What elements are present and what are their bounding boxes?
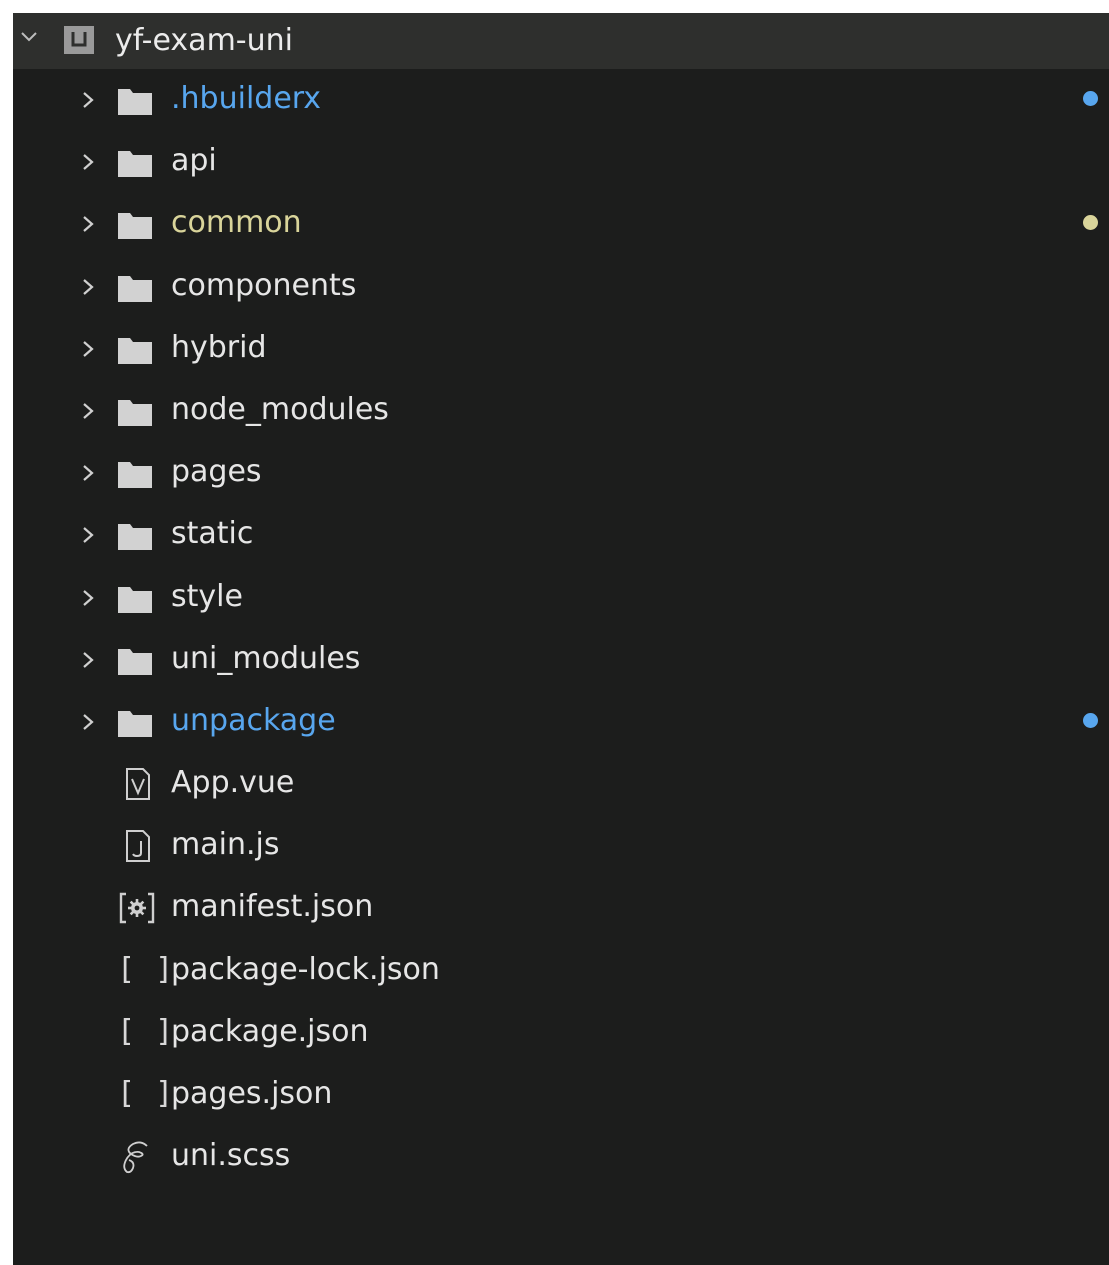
folder-label: uni_modules [171, 640, 361, 676]
folder-row[interactable]: static [13, 504, 1109, 566]
folder-row[interactable]: node_modules [13, 380, 1109, 442]
file-row[interactable]: manifest.json [13, 877, 1109, 939]
chevron-right-icon[interactable] [79, 649, 97, 671]
chevron-right-icon[interactable] [79, 151, 97, 173]
folder-icon [118, 275, 152, 302]
folder-row[interactable]: hybrid [13, 318, 1109, 380]
folder-icon [118, 151, 152, 178]
file-tree: .hbuilderx api common components hybrid node_… [13, 69, 1109, 1188]
chevron-right-icon[interactable] [79, 462, 97, 484]
folder-icon [118, 586, 152, 613]
file-label: manifest.json [171, 889, 374, 925]
vue-file-icon [126, 768, 150, 801]
file-label: uni.scss [171, 1138, 291, 1174]
folder-icon [118, 213, 152, 240]
folder-icon [118, 89, 152, 115]
folder-icon [118, 648, 152, 675]
file-row[interactable]: [ ] package-lock.json [13, 940, 1109, 1002]
file-row[interactable]: App.vue [13, 753, 1109, 815]
folder-icon [118, 710, 152, 737]
folder-row[interactable]: pages [13, 442, 1109, 504]
folder-row[interactable]: style [13, 567, 1109, 629]
folder-label: .hbuilderx [171, 81, 322, 116]
modified-indicator-dot [1083, 91, 1098, 106]
folder-icon [118, 337, 152, 364]
modified-indicator-dot [1083, 215, 1098, 231]
tree-root-row[interactable]: yf-exam-uni [13, 13, 1109, 69]
chevron-right-icon[interactable] [79, 400, 97, 422]
project-icon [64, 26, 94, 54]
file-label: App.vue [171, 765, 295, 801]
folder-row[interactable]: common [13, 193, 1109, 255]
chevron-right-icon[interactable] [79, 89, 97, 111]
file-row[interactable]: [ ] package.json [13, 1002, 1109, 1064]
folder-label: static [171, 516, 254, 552]
file-label: package-lock.json [171, 951, 440, 987]
folder-icon [118, 524, 152, 551]
file-label: package.json [171, 1013, 369, 1049]
file-row[interactable]: main.js [13, 815, 1109, 877]
folder-label: pages [171, 454, 262, 490]
folder-row[interactable]: components [13, 256, 1109, 318]
scss-file-icon [123, 1141, 148, 1174]
file-row[interactable]: uni.scss [13, 1126, 1109, 1188]
js-file-icon [126, 830, 150, 863]
folder-row[interactable]: api [13, 131, 1109, 193]
chevron-down-icon[interactable] [19, 27, 39, 47]
file-explorer-panel: yf-exam-uni .hbuilderx api common component… [13, 13, 1109, 1265]
modified-indicator-dot [1083, 712, 1098, 728]
json-file-icon: [ ] [117, 1013, 175, 1049]
file-label: main.js [171, 827, 280, 863]
chevron-right-icon[interactable] [79, 213, 97, 235]
chevron-right-icon[interactable] [79, 587, 97, 609]
json-file-icon: [ ] [117, 951, 175, 987]
folder-row[interactable]: .hbuilderx [13, 69, 1109, 131]
folder-row[interactable]: uni_modules [13, 629, 1109, 691]
folder-label: style [171, 578, 243, 614]
folder-icon [118, 462, 152, 489]
folder-icon [118, 399, 152, 426]
chevron-right-icon[interactable] [79, 338, 97, 360]
folder-label: unpackage [171, 702, 336, 738]
chevron-right-icon[interactable] [79, 524, 97, 546]
chevron-right-icon[interactable] [79, 711, 97, 733]
file-label: pages.json [171, 1076, 333, 1111]
folder-label: node_modules [171, 391, 389, 427]
json-file-icon: [ ] [117, 1076, 175, 1111]
manifest-file-icon [119, 893, 155, 924]
folder-label: api [171, 143, 217, 179]
file-row[interactable]: [ ] pages.json [13, 1064, 1109, 1126]
folder-label: common [171, 205, 302, 241]
chevron-right-icon[interactable] [79, 276, 97, 298]
folder-label: components [171, 267, 357, 303]
folder-row[interactable]: unpackage [13, 691, 1109, 753]
project-name: yf-exam-uni [115, 23, 293, 58]
folder-label: hybrid [171, 329, 267, 365]
